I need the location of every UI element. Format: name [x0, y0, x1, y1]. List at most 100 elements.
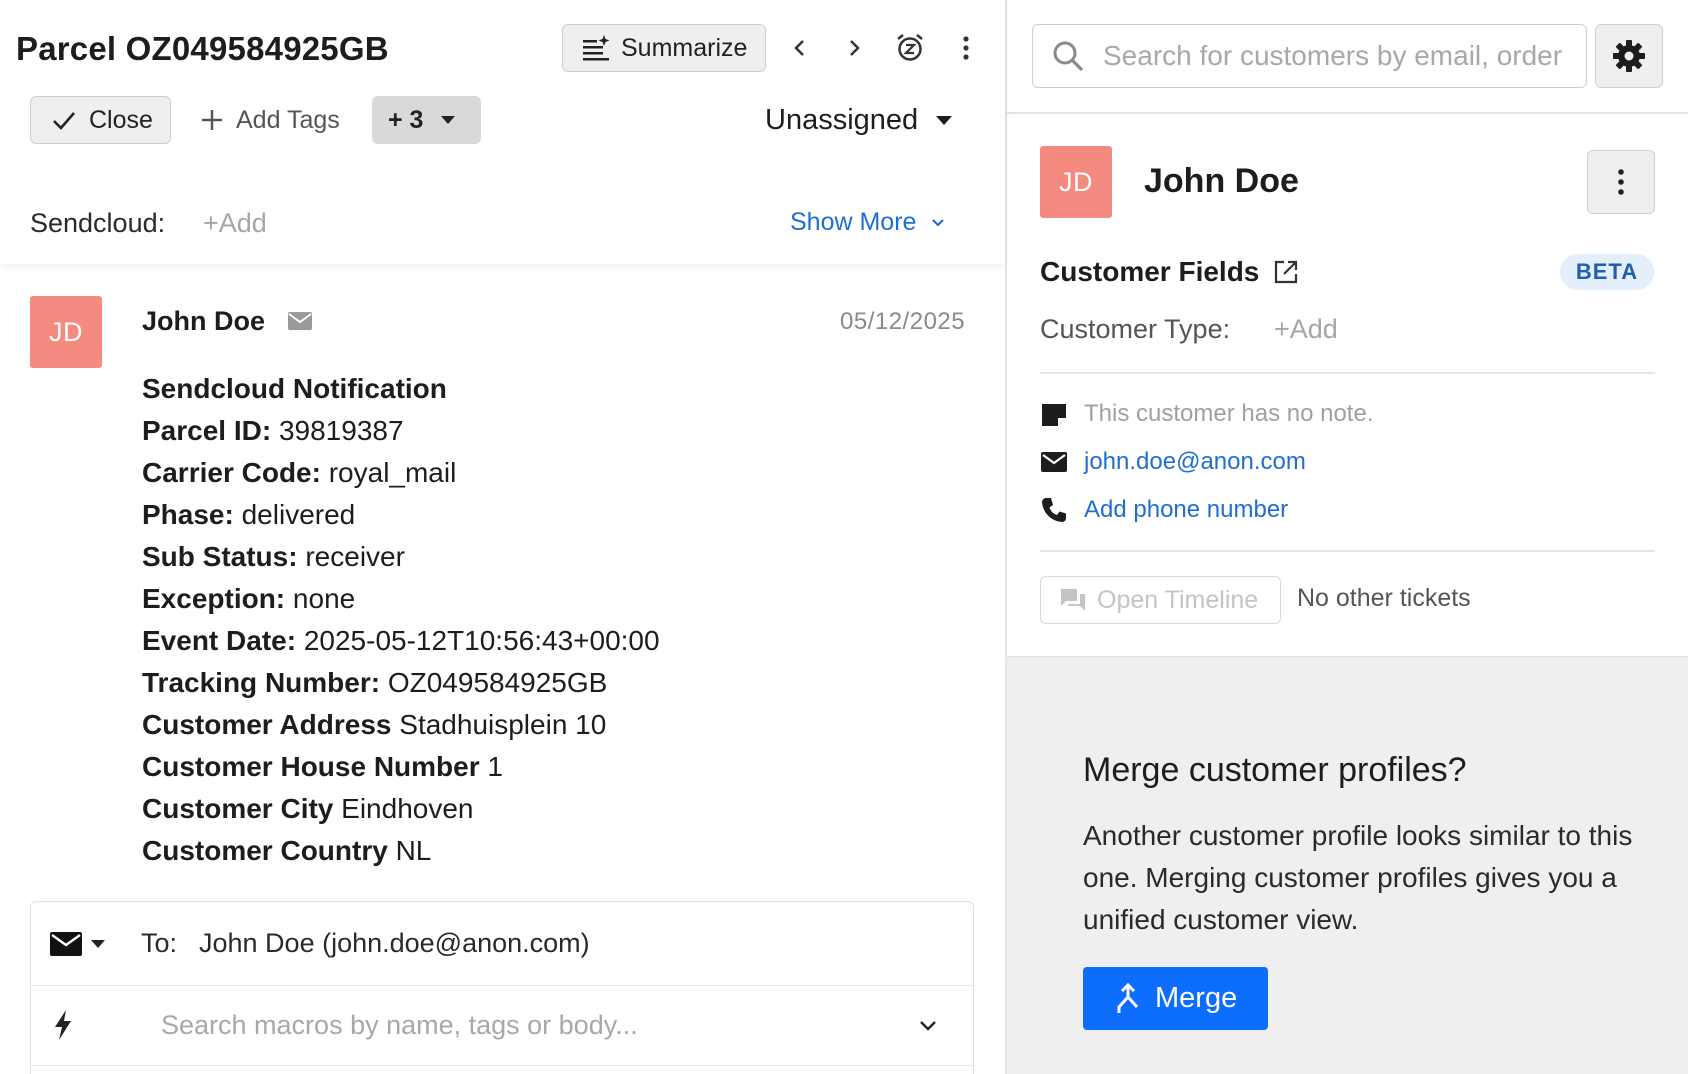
message-line-key: Parcel ID:: [142, 415, 272, 446]
assignee-label: Unassigned: [765, 103, 919, 136]
message-line: Exception: none: [142, 578, 660, 620]
divider: [1040, 372, 1655, 374]
macro-search-row: [31, 986, 973, 1066]
merge-label: Merge: [1155, 982, 1238, 1014]
customer-search: [1032, 24, 1587, 88]
message-line: Carrier Code: royal_mail: [142, 452, 660, 494]
message-line-value: Stadhuisplein 10: [399, 709, 607, 740]
beta-badge: BETA: [1560, 254, 1654, 290]
chevron-right-icon: [850, 40, 860, 56]
merge-button[interactable]: Merge: [1083, 967, 1268, 1030]
customer-more-button[interactable]: [1587, 150, 1655, 214]
email-channel-select-icon[interactable]: [49, 930, 83, 958]
reply-recipient-row: To: John Doe (john.doe@anon.com): [31, 902, 973, 986]
message-line: Customer Address Stadhuisplein 10: [142, 704, 660, 746]
show-more-button[interactable]: Show More: [790, 208, 946, 237]
next-ticket-button[interactable]: [836, 30, 872, 66]
message-line-value: Eindhoven: [341, 793, 474, 824]
add-phone-link[interactable]: Add phone number: [1084, 496, 1288, 524]
message-line-value: 39819387: [278, 415, 404, 446]
message-line-key: Carrier Code:: [142, 457, 321, 488]
merge-profiles-panel: Merge customer profiles? Another custome…: [1007, 656, 1688, 1074]
chevron-down-icon[interactable]: [917, 1014, 939, 1036]
message-line-key: Customer City: [142, 793, 334, 824]
caret-down-icon: [441, 116, 456, 124]
previous-ticket-button[interactable]: [782, 30, 818, 66]
customer-note-row[interactable]: This customer has no note.: [1040, 400, 1373, 428]
open-timeline-label: Open Timeline: [1097, 585, 1259, 614]
settings-button[interactable]: [1595, 24, 1663, 88]
close-ticket-button[interactable]: Close: [30, 96, 171, 144]
external-link-icon[interactable]: [1273, 259, 1299, 285]
sender-name: John Doe: [142, 306, 266, 336]
message-line-key: Tracking Number:: [142, 667, 381, 698]
customer-search-input[interactable]: [1103, 33, 1573, 79]
customer-fields-title: Customer Fields: [1040, 256, 1299, 288]
message-line-key: Customer Address: [142, 709, 392, 740]
message-lines: Parcel ID: 39819387 Carrier Code: royal_m…: [142, 410, 660, 872]
no-other-tickets: No other tickets: [1297, 584, 1471, 612]
message-line-value: 2025-05-12T10:56:43+00:00: [303, 625, 660, 656]
email-channel-icon: [288, 312, 312, 330]
message-line: Tracking Number: OZ049584925GB: [142, 662, 660, 704]
customer-type-add[interactable]: +Add: [1274, 314, 1338, 345]
checkmark-icon: [53, 112, 75, 130]
message-line-key: Customer House Number: [142, 751, 480, 782]
message-line-key: Customer Country: [142, 835, 388, 866]
ticket-more-button[interactable]: [948, 30, 984, 66]
message-heading: Sendcloud Notification: [142, 373, 447, 404]
customer-panel: JD John Doe Customer Fields BETA Custome…: [1007, 0, 1688, 1074]
assignee-dropdown[interactable]: Unassigned: [765, 100, 953, 140]
summarize-icon: [583, 35, 610, 61]
add-tags-button[interactable]: Add Tags: [200, 100, 340, 140]
message-line: Customer House Number 1: [142, 746, 660, 788]
more-vertical-icon: [963, 36, 969, 60]
customer-phone-row[interactable]: Add phone number: [1040, 496, 1288, 524]
search-icon: [1053, 41, 1084, 72]
customer-email[interactable]: john.doe@anon.com: [1084, 448, 1306, 476]
message-line-value: OZ049584925GB: [387, 667, 608, 698]
message-line-value: receiver: [305, 541, 405, 572]
show-more-label: Show More: [790, 208, 917, 236]
more-tags-dropdown[interactable]: + 3: [372, 96, 481, 144]
sendcloud-field-add[interactable]: +Add: [203, 208, 267, 239]
more-vertical-icon: [1618, 169, 1624, 195]
message-line-value: NL: [395, 835, 432, 866]
chevron-down-icon: [932, 218, 945, 227]
message-line-value: none: [292, 583, 356, 614]
divider: [1007, 112, 1688, 114]
caret-down-icon[interactable]: [91, 940, 105, 948]
gear-icon: [1613, 40, 1645, 72]
message-line-key: Phase:: [142, 499, 234, 530]
message-date: 05/12/2025: [840, 308, 966, 335]
ticket-title: Parcel OZ049584925GB: [16, 30, 389, 67]
message-line-key: Sub Status:: [142, 541, 298, 572]
open-timeline-button[interactable]: Open Timeline: [1040, 576, 1281, 624]
message-line-value: 1: [487, 751, 503, 782]
phone-icon: [1042, 498, 1066, 522]
to-recipient[interactable]: John Doe (john.doe@anon.com): [199, 928, 590, 959]
caret-down-icon: [936, 115, 953, 125]
summarize-button[interactable]: Summarize: [562, 24, 766, 72]
merge-icon: [1117, 982, 1139, 1013]
message-line: Phase: delivered: [142, 494, 660, 536]
snooze-button[interactable]: [892, 30, 928, 66]
sendcloud-field-label: Sendcloud:: [30, 208, 166, 238]
close-label: Close: [89, 105, 153, 134]
plus-icon: [202, 110, 222, 130]
reply-editor: To: John Doe (john.doe@anon.com): [30, 901, 974, 1074]
message-line-key: Exception:: [142, 583, 286, 614]
lightning-icon: [55, 1010, 71, 1040]
message-line: Customer Country NL: [142, 830, 660, 872]
chevron-left-icon: [794, 40, 804, 56]
customer-email-row[interactable]: john.doe@anon.com: [1040, 448, 1306, 476]
message-line: Parcel ID: 39819387: [142, 410, 660, 452]
macro-search-input[interactable]: [161, 1002, 891, 1048]
customer-fields-label: Customer Fields: [1040, 256, 1260, 287]
add-tags-label: Add Tags: [236, 105, 340, 134]
snooze-alarm-icon: [897, 34, 923, 61]
merge-title: Merge customer profiles?: [1083, 751, 1467, 789]
customer-avatar: JD: [1040, 146, 1112, 218]
customer-name[interactable]: John Doe: [1144, 162, 1299, 201]
message-line-value: delivered: [241, 499, 356, 530]
